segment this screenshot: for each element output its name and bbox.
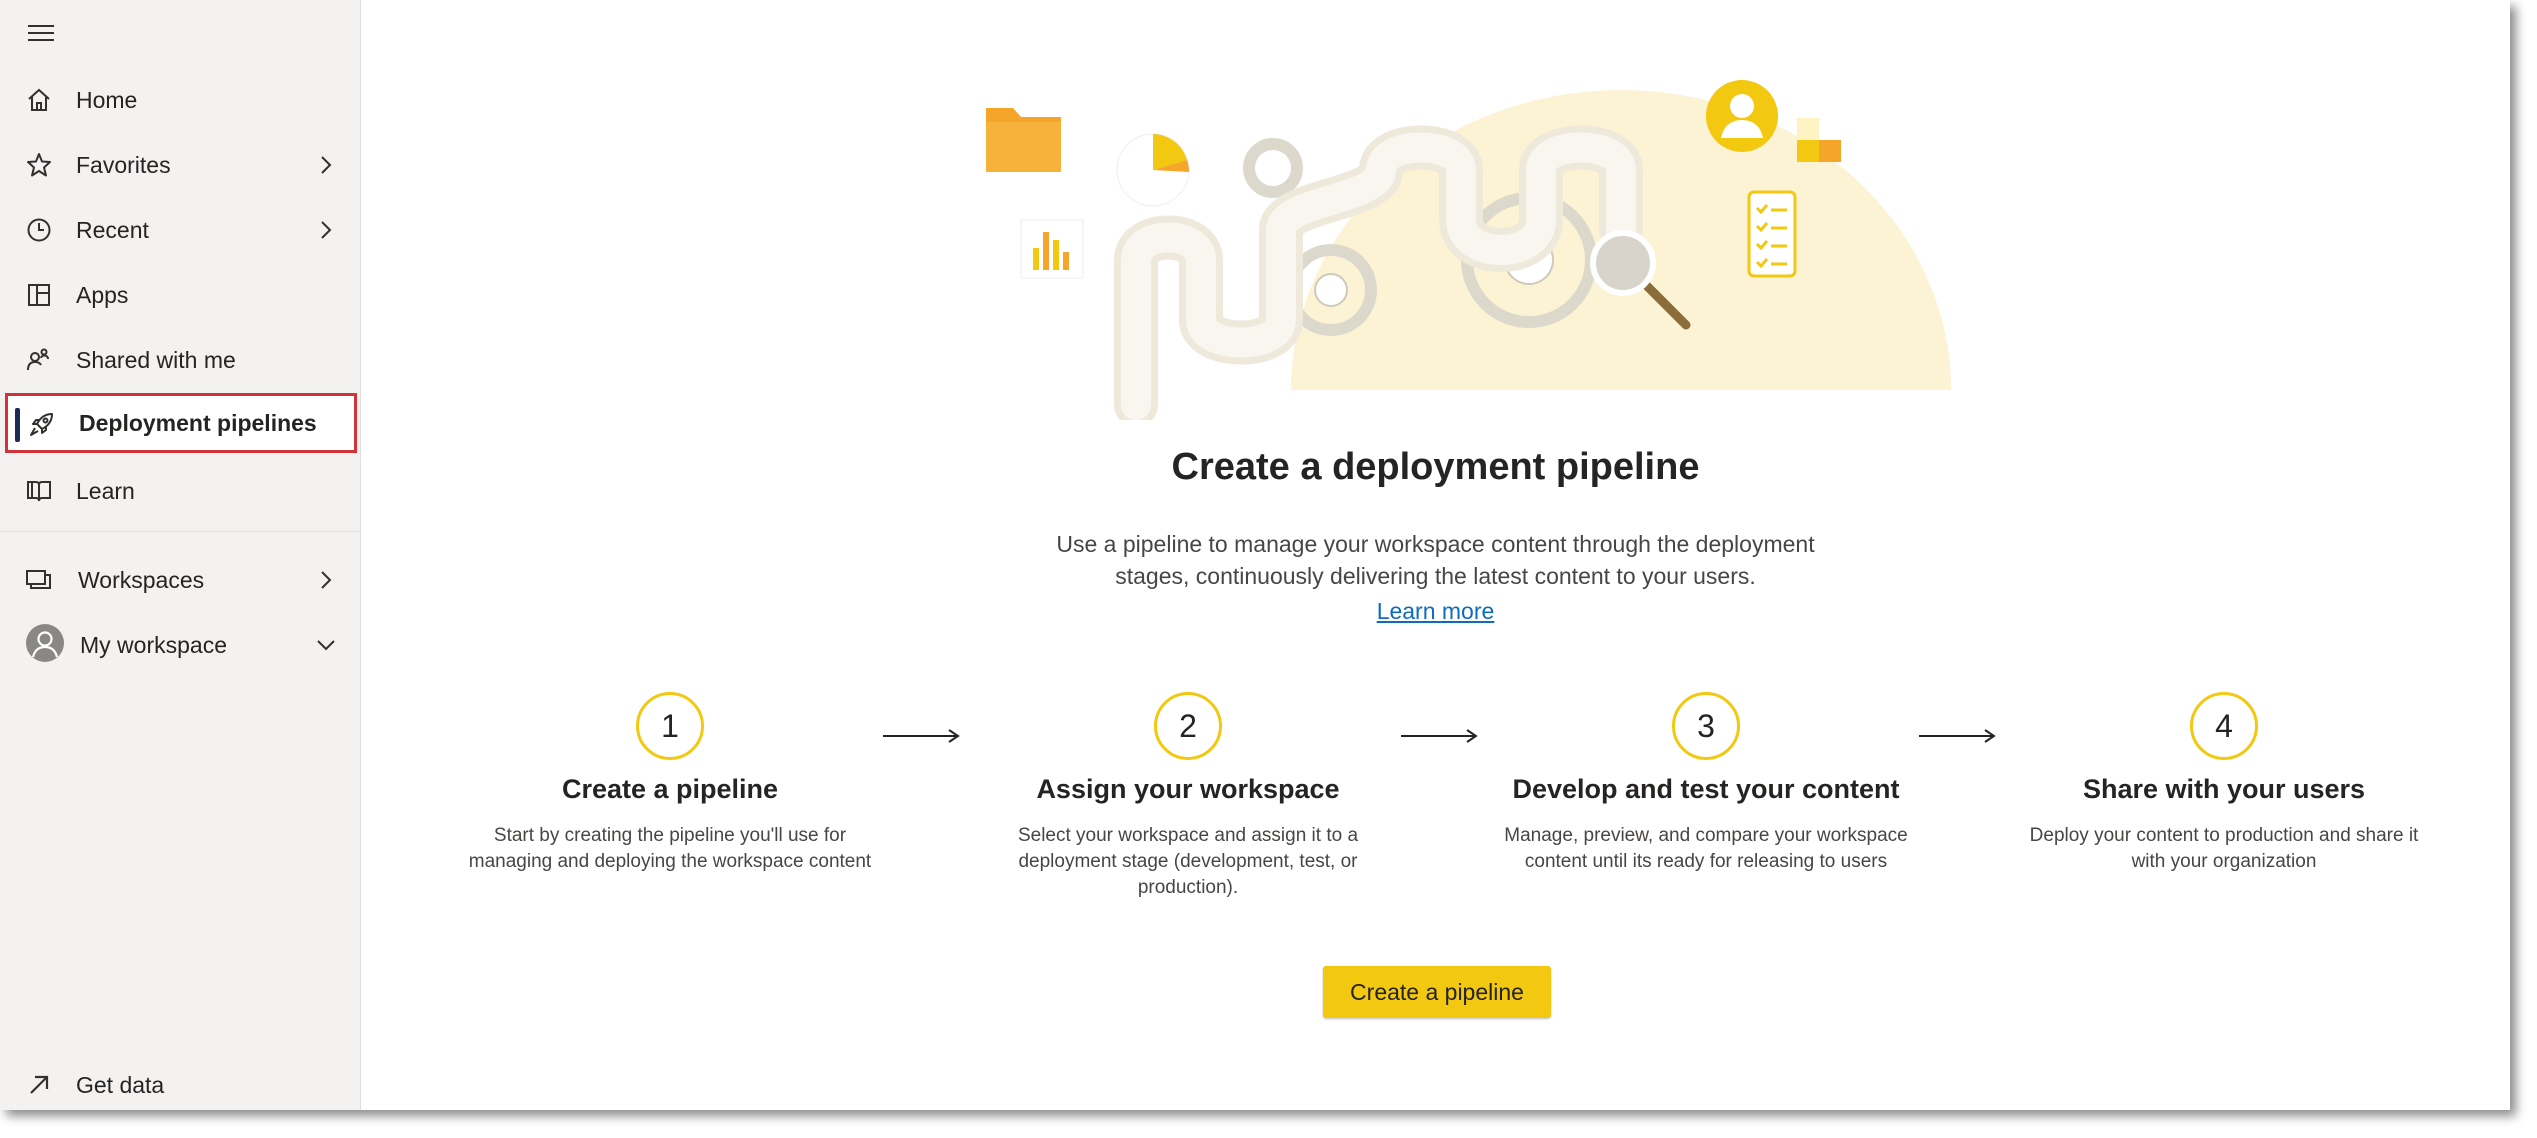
description-line: Use a pipeline to manage your workspace … bbox=[1056, 531, 1815, 557]
step-number: 3 bbox=[1672, 692, 1740, 760]
learn-more-container: Learn more bbox=[361, 598, 2510, 625]
step-description: Select your workspace and assign it to a… bbox=[1017, 825, 1359, 898]
step-number: 4 bbox=[2190, 692, 2258, 760]
sidebar-item-label: Favorites bbox=[76, 151, 171, 178]
app-window: Home Favorites Recent Apps Shared with m… bbox=[0, 0, 2510, 1110]
rocket-icon bbox=[27, 409, 57, 439]
step-4: 4 Share with your users Deploy your cont… bbox=[2014, 692, 2434, 875]
workspaces-icon bbox=[24, 565, 54, 595]
shared-icon bbox=[24, 345, 54, 375]
sidebar-item-home[interactable]: Home bbox=[0, 69, 360, 131]
chevron-down-icon[interactable] bbox=[314, 633, 338, 657]
sidebar-item-recent[interactable]: Recent bbox=[0, 199, 360, 261]
main-content: Create a deployment pipeline Use a pipel… bbox=[361, 0, 2510, 1110]
sidebar-item-deployment-pipelines[interactable]: Deployment pipelines bbox=[5, 393, 357, 453]
sidebar-item-shared-with-me[interactable]: Shared with me bbox=[0, 329, 360, 391]
home-icon bbox=[24, 85, 54, 115]
sidebar-item-apps[interactable]: Apps bbox=[0, 264, 360, 326]
step-number: 2 bbox=[1154, 692, 1222, 760]
sidebar-item-label: Recent bbox=[76, 216, 149, 243]
arrow-right-icon bbox=[883, 729, 960, 743]
sidebar-item-label: Learn bbox=[76, 477, 135, 504]
step-3: 3 Develop and test your content Manage, … bbox=[1496, 692, 1916, 875]
arrow-right-icon bbox=[1401, 729, 1478, 743]
chevron-right-icon[interactable] bbox=[314, 153, 338, 177]
step-1: 1 Create a pipeline Start by creating th… bbox=[460, 692, 880, 875]
step-title: Share with your users bbox=[2082, 774, 2366, 804]
sidebar-item-label: Deployment pipelines bbox=[79, 409, 317, 436]
step-description: Manage, preview, and compare your worksp… bbox=[1504, 825, 1908, 872]
sidebar-divider bbox=[0, 531, 360, 532]
step-description: Deploy your content to production and sh… bbox=[2029, 825, 2419, 872]
clock-icon bbox=[24, 215, 54, 245]
sidebar-item-label: Shared with me bbox=[76, 346, 236, 373]
sidebar-item-label: Get data bbox=[76, 1071, 165, 1098]
sidebar-item-favorites[interactable]: Favorites bbox=[0, 134, 360, 196]
sidebar-item-label: My workspace bbox=[80, 631, 227, 658]
step-title: Assign your workspace bbox=[1036, 774, 1340, 804]
hamburger-menu-icon[interactable] bbox=[26, 22, 56, 44]
learn-more-link[interactable]: Learn more bbox=[1377, 598, 1495, 624]
sidebar-item-workspaces[interactable]: Workspaces bbox=[0, 549, 360, 611]
step-2: 2 Assign your workspace Select your work… bbox=[978, 692, 1398, 901]
step-title: Create a pipeline bbox=[561, 774, 779, 804]
sidebar-item-label: Workspaces bbox=[78, 566, 205, 593]
sidebar-item-learn[interactable]: Learn bbox=[0, 460, 360, 522]
star-icon bbox=[24, 150, 54, 180]
arrow-up-right-icon bbox=[24, 1070, 54, 1100]
avatar-icon[interactable] bbox=[26, 624, 64, 662]
step-number: 1 bbox=[636, 692, 704, 760]
chevron-right-icon[interactable] bbox=[314, 218, 338, 242]
sidebar-item-label: Home bbox=[76, 86, 138, 113]
book-icon bbox=[24, 476, 54, 506]
chevron-right-icon[interactable] bbox=[314, 568, 338, 592]
step-description: Start by creating the pipeline you'll us… bbox=[468, 825, 872, 872]
page-title: Create a deployment pipeline bbox=[1171, 446, 1700, 488]
apps-icon bbox=[24, 280, 54, 310]
sidebar-item-get-data[interactable]: Get data bbox=[0, 1054, 360, 1116]
step-title: Develop and test your content bbox=[1512, 774, 1900, 804]
pipeline-illustration bbox=[981, 80, 2251, 420]
page-description: Use a pipeline to manage your workspace … bbox=[361, 528, 2510, 592]
sidebar-item-label: Apps bbox=[76, 281, 129, 308]
description-line: stages, continuously delivering the late… bbox=[1115, 563, 1756, 589]
selected-indicator bbox=[15, 408, 20, 442]
sidebar: Home Favorites Recent Apps Shared with m… bbox=[0, 0, 361, 1110]
arrow-right-icon bbox=[1919, 729, 1996, 743]
create-pipeline-button[interactable]: Create a pipeline bbox=[1323, 966, 1551, 1018]
